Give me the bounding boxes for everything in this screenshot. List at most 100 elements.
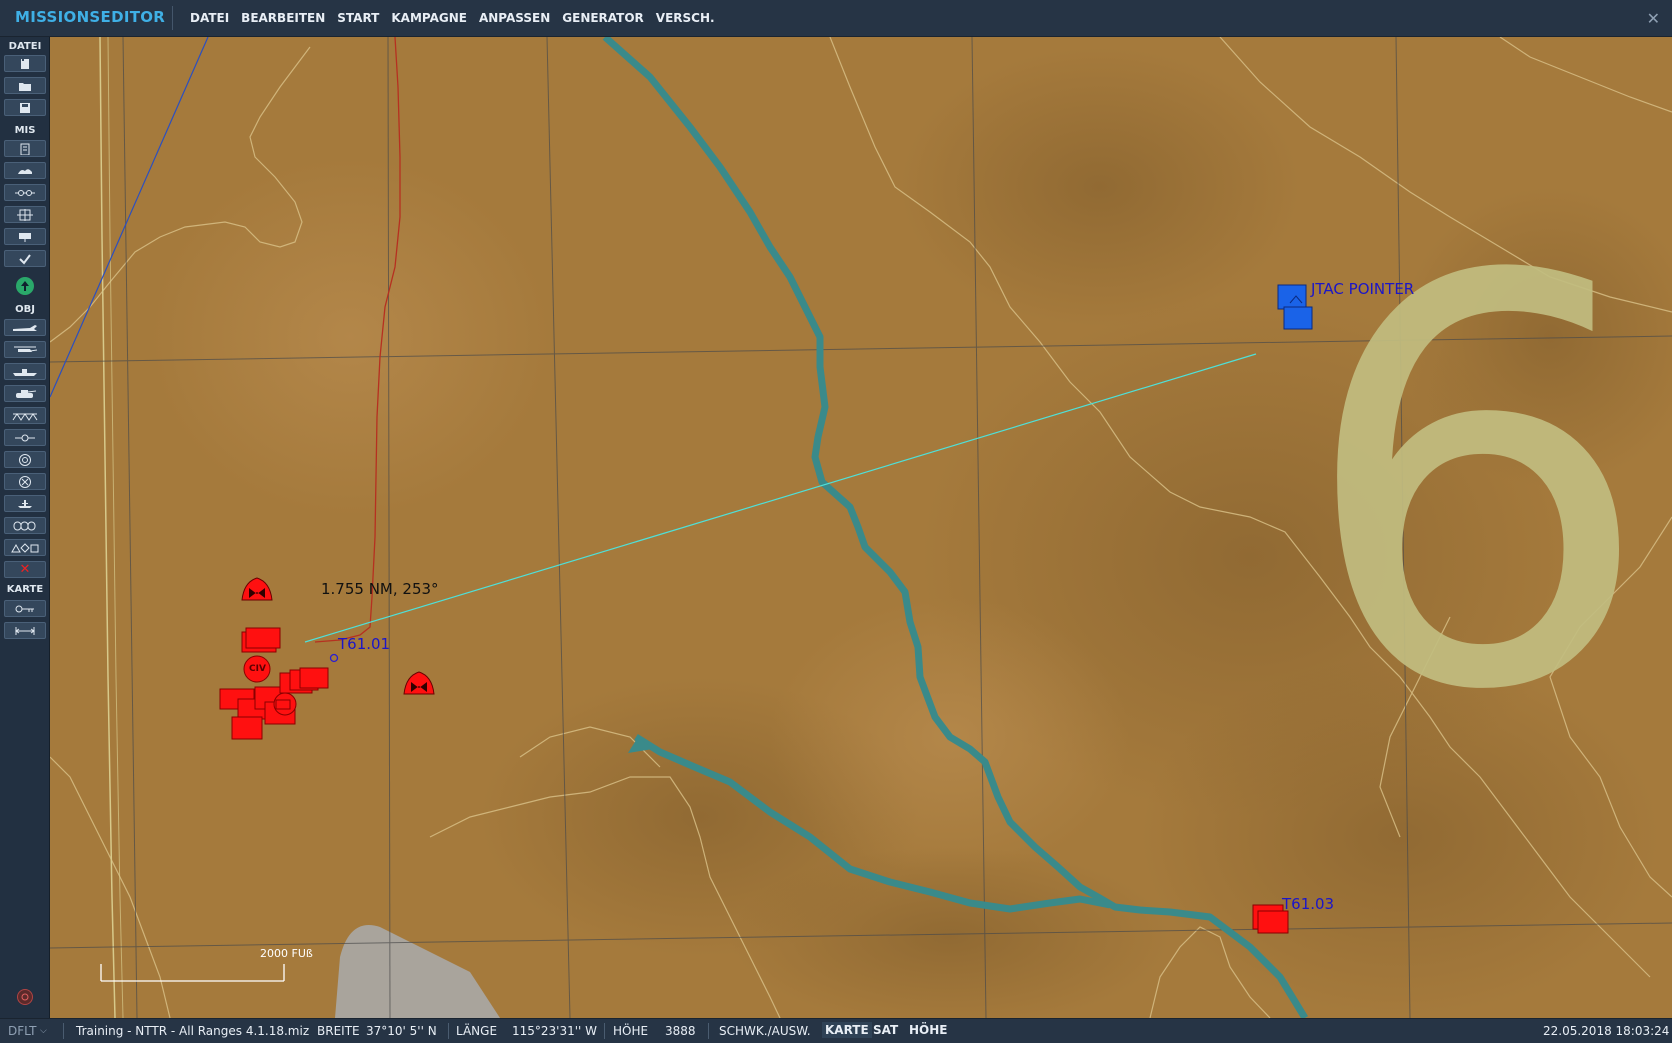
fly-mission-button[interactable] <box>16 277 34 295</box>
add-helicopter-button[interactable] <box>4 341 46 358</box>
map-options-button[interactable] <box>4 600 46 617</box>
longitude-value: 115°23'31'' W <box>512 1024 598 1038</box>
filter-button[interactable]: SCHWK./AUSW. <box>719 1024 811 1038</box>
latitude-label: BREITE <box>317 1024 360 1038</box>
triggers-button[interactable] <box>4 184 46 201</box>
mission-file-name: Training - NTTR - All Ranges 4.1.18.miz <box>76 1024 310 1038</box>
profile-select[interactable]: DFLT <box>8 1024 37 1038</box>
red-vehicle[interactable] <box>231 716 263 740</box>
red-vehicle[interactable] <box>245 627 281 649</box>
road-line-2 <box>107 37 124 1018</box>
road-line <box>99 37 116 1018</box>
cross-circle-icon <box>19 475 31 488</box>
map-mode-hoehe[interactable]: HÖHE <box>906 1022 950 1038</box>
terrain-patch <box>335 925 500 1018</box>
measure-readout: 1.755 NM, 253° <box>321 580 439 598</box>
main-menu: DATEI BEARBEITEN START KAMPAGNE ANPASSEN… <box>190 0 727 36</box>
menu-datei[interactable]: DATEI <box>190 11 229 25</box>
unit-label-t6103[interactable]: T61.03 <box>1282 895 1334 913</box>
tank-icon <box>16 389 37 398</box>
title-separator <box>172 6 173 30</box>
flag-icon <box>19 232 31 242</box>
section-datei-label: DATEI <box>8 41 42 52</box>
weather-button[interactable] <box>4 162 46 179</box>
menu-versch[interactable]: VERSCH. <box>656 11 715 25</box>
app-title: MISSIONSEDITOR <box>15 8 166 26</box>
plane-icon <box>13 324 37 331</box>
power-icon <box>21 993 29 1001</box>
menu-anpassen[interactable]: ANPASSEN <box>479 11 550 25</box>
scale-bar <box>100 964 285 982</box>
check-mission-button[interactable] <box>4 250 46 267</box>
target-icon <box>19 453 31 466</box>
top-bar: MISSIONSEDITOR DATEI BEARBEITEN START KA… <box>0 0 1672 37</box>
check-icon <box>19 253 31 265</box>
chevron-down-icon[interactable]: ⌵ <box>40 1026 47 1036</box>
menu-start[interactable]: START <box>337 11 379 25</box>
add-airfield-button[interactable] <box>4 495 46 512</box>
section-obj-label: OBJ <box>15 304 35 315</box>
add-plane-button[interactable] <box>4 319 46 336</box>
scale-label: 2000 FUß <box>260 947 313 960</box>
left-toolbar: DATEI MIS OBJ ✕ KARTE <box>0 37 50 1018</box>
trigger-line-icon <box>15 189 35 196</box>
section-mis-label: MIS <box>14 125 36 136</box>
civ-unit-label: CIV <box>249 664 266 674</box>
add-template-button[interactable] <box>4 517 46 534</box>
trigger-zone-button[interactable] <box>4 206 46 223</box>
waypoint-marker[interactable] <box>329 653 339 663</box>
new-file-icon <box>21 57 29 69</box>
red-sam-unit[interactable] <box>241 577 273 601</box>
open-file-button[interactable] <box>4 77 46 94</box>
waypoint-icon <box>15 434 35 441</box>
helicopter-icon <box>14 346 38 352</box>
unit-label-t6101[interactable]: T61.01 <box>338 635 390 653</box>
key-icon <box>15 605 34 612</box>
add-target-button[interactable] <box>4 451 46 468</box>
anchor-icon <box>18 499 32 508</box>
red-unit-group[interactable] <box>219 577 435 740</box>
briefing-button[interactable] <box>4 140 46 157</box>
add-vehicle-button[interactable] <box>4 385 46 402</box>
new-file-button[interactable] <box>4 55 46 72</box>
red-vehicle[interactable] <box>299 667 329 689</box>
status-separator <box>63 1023 64 1039</box>
static-object-icon <box>12 412 38 421</box>
status-separator <box>448 1023 449 1039</box>
arrow-up-icon <box>21 281 29 291</box>
add-initial-point-button[interactable] <box>4 473 46 490</box>
save-icon <box>20 102 30 113</box>
delete-icon: ✕ <box>19 562 31 577</box>
record-icon[interactable] <box>17 989 33 1005</box>
ruler-button[interactable] <box>4 622 46 639</box>
longitude-label: LÄNGE <box>456 1024 498 1038</box>
add-waypoint-button[interactable] <box>4 429 46 446</box>
clipboard-icon <box>20 143 30 155</box>
add-drawing-button[interactable] <box>4 539 46 556</box>
ship-icon <box>13 368 37 376</box>
delete-object-button[interactable]: ✕ <box>4 561 46 578</box>
section-karte-label: KARTE <box>6 584 44 595</box>
shapes-icon <box>11 542 39 553</box>
map-mode-sat[interactable]: SAT <box>870 1022 901 1038</box>
add-ship-button[interactable] <box>4 363 46 380</box>
mission-datetime: 22.05.2018 18:03:24 <box>1543 1024 1670 1038</box>
zone-box-icon <box>17 208 33 221</box>
menu-kampagne[interactable]: KAMPAGNE <box>391 11 467 25</box>
map-mode-karte[interactable]: KARTE <box>822 1022 872 1038</box>
red-unit-marker[interactable] <box>273 692 297 716</box>
menu-generator[interactable]: GENERATOR <box>562 11 644 25</box>
ruler-icon <box>15 626 35 635</box>
altitude-value: 3888 <box>665 1024 696 1038</box>
add-static-button[interactable] <box>4 407 46 424</box>
menu-bearbeiten[interactable]: BEARBEITEN <box>241 11 325 25</box>
altitude-label: HÖHE <box>613 1024 649 1038</box>
map-canvas[interactable]: 6 T61.01 JTAC POINTER T61.03 CIV 1.755 N… <box>50 37 1672 1018</box>
red-sam-unit-2[interactable] <box>403 671 435 695</box>
save-file-button[interactable] <box>4 99 46 116</box>
folder-icon <box>19 82 31 91</box>
unit-label-jtac-pointer[interactable]: JTAC POINTER <box>1311 280 1414 298</box>
goals-button[interactable] <box>4 228 46 245</box>
close-icon[interactable]: ✕ <box>1647 9 1660 28</box>
red-target-unit-2[interactable] <box>1257 910 1289 934</box>
